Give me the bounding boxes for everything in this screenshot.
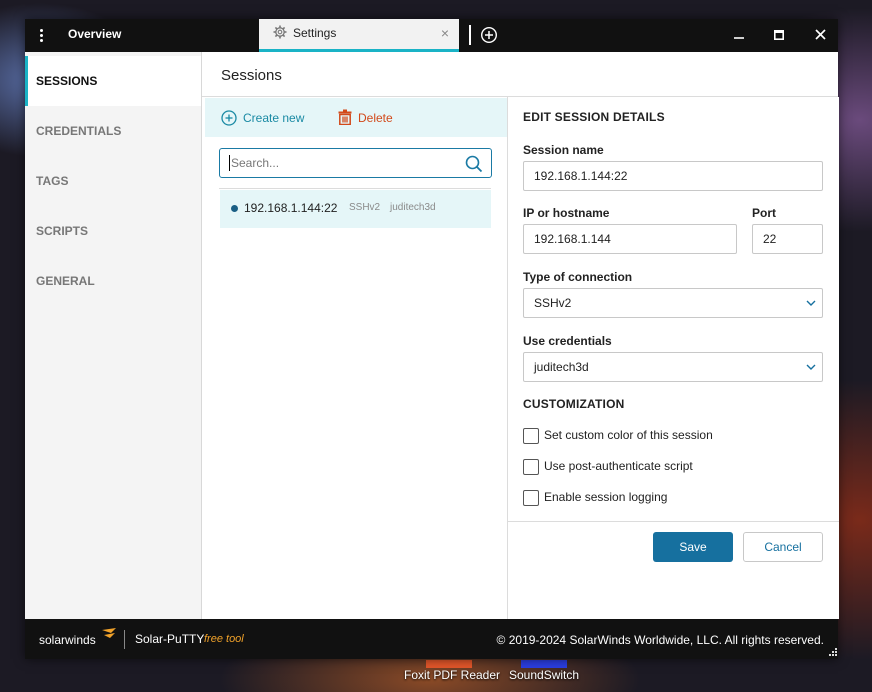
chevron-down-icon <box>806 364 816 370</box>
connection-type-label: Type of connection <box>523 270 633 284</box>
custom-color-label: Set custom color of this session <box>544 428 713 442</box>
tab-settings[interactable]: Settings × <box>259 19 459 52</box>
title-bar: Overview Settings × <box>25 19 838 52</box>
session-name: 192.168.1.144:22 <box>244 201 338 215</box>
create-new-label: Create new <box>243 111 305 125</box>
credentials-select[interactable]: juditech3d <box>523 352 823 382</box>
close-tab-icon[interactable]: × <box>441 19 449 47</box>
sidebar-item-credentials[interactable]: CREDENTIALS <box>25 106 201 156</box>
desktop-icon-label: Foxit PDF Reader <box>404 668 501 682</box>
close-window-button[interactable] <box>802 19 838 52</box>
product-name: Solar-PuTTY <box>135 632 205 646</box>
session-protocol: SSHv2 <box>349 202 381 213</box>
minimize-icon <box>734 37 744 39</box>
tab-divider <box>469 25 471 45</box>
solarwinds-logo: solarwinds <box>39 633 96 647</box>
host-label: IP or hostname <box>523 206 610 220</box>
actions-divider <box>508 521 839 522</box>
solarwinds-logo-mark-icon <box>102 628 116 638</box>
sidebar-item-scripts[interactable]: SCRIPTS <box>25 206 201 256</box>
sessions-toolbar: Create new Delete <box>205 98 507 137</box>
connection-type-select[interactable]: SSHv2 <box>523 288 823 318</box>
cancel-button[interactable]: Cancel <box>743 532 823 562</box>
search-input[interactable] <box>229 155 463 171</box>
search-icon[interactable] <box>465 155 483 173</box>
close-icon <box>814 29 826 40</box>
maximize-button[interactable] <box>761 19 797 52</box>
page-title: Sessions <box>221 67 282 84</box>
desktop-icon-label: SoundSwitch <box>509 668 580 682</box>
text-cursor <box>229 155 230 171</box>
footer-divider <box>124 630 125 649</box>
session-name-label: Session name <box>523 143 604 157</box>
edit-session-panel: EDIT SESSION DETAILS Session name 192.16… <box>507 97 839 619</box>
session-status-dot <box>231 205 238 212</box>
customization-heading: CUSTOMIZATION <box>523 397 625 411</box>
free-tool-tag: free tool <box>204 633 244 645</box>
menu-kebab-icon[interactable] <box>36 28 46 44</box>
session-logging-checkbox[interactable] <box>523 490 539 506</box>
connection-type-value: SSHv2 <box>534 296 572 310</box>
list-divider <box>219 188 491 189</box>
host-field[interactable]: 192.168.1.144 <box>523 224 737 254</box>
session-list-item[interactable]: 192.168.1.144:22 SSHv2 juditech3d <box>220 190 491 228</box>
tab-overview[interactable]: Overview <box>68 19 121 52</box>
port-label: Port <box>752 206 776 220</box>
copyright-text: © 2019-2024 SolarWinds Worldwide, LLC. A… <box>496 633 824 647</box>
tab-settings-label: Settings <box>293 26 337 40</box>
trash-icon <box>338 109 352 125</box>
new-tab-plus-icon[interactable] <box>480 26 498 44</box>
sidebar-item-general[interactable]: GENERAL <box>25 256 201 306</box>
delete-label: Delete <box>358 111 393 125</box>
minimize-button[interactable] <box>721 19 757 52</box>
settings-sidebar: SESSIONS CREDENTIALS TAGS SCRIPTS GENERA… <box>25 52 202 619</box>
credentials-value: juditech3d <box>534 360 589 374</box>
session-credential: juditech3d <box>390 202 436 213</box>
credentials-label: Use credentials <box>523 334 612 348</box>
delete-button[interactable]: Delete <box>338 108 393 128</box>
footer-bar: solarwinds Solar-PuTTY free tool © 2019-… <box>25 619 838 659</box>
gear-icon <box>273 25 287 39</box>
port-field[interactable]: 22 <box>752 224 823 254</box>
search-box <box>219 148 492 178</box>
session-name-field[interactable]: 192.168.1.144:22 <box>523 161 823 191</box>
maximize-icon <box>774 30 784 40</box>
resize-grip-icon[interactable] <box>827 648 837 658</box>
custom-color-checkbox[interactable] <box>523 428 539 444</box>
session-logging-label: Enable session logging <box>544 490 668 504</box>
solar-putty-window: Overview Settings × SESSIONS CREDENTIALS… <box>25 19 839 659</box>
post-auth-script-label: Use post-authenticate script <box>544 459 693 473</box>
post-auth-script-checkbox[interactable] <box>523 459 539 475</box>
plus-circle-icon <box>221 110 237 126</box>
create-new-button[interactable]: Create new <box>221 108 304 128</box>
chevron-down-icon <box>806 300 816 306</box>
sidebar-item-sessions[interactable]: SESSIONS <box>25 56 201 106</box>
save-button[interactable]: Save <box>653 532 733 562</box>
edit-session-heading: EDIT SESSION DETAILS <box>523 110 665 124</box>
sidebar-item-tags[interactable]: TAGS <box>25 156 201 206</box>
